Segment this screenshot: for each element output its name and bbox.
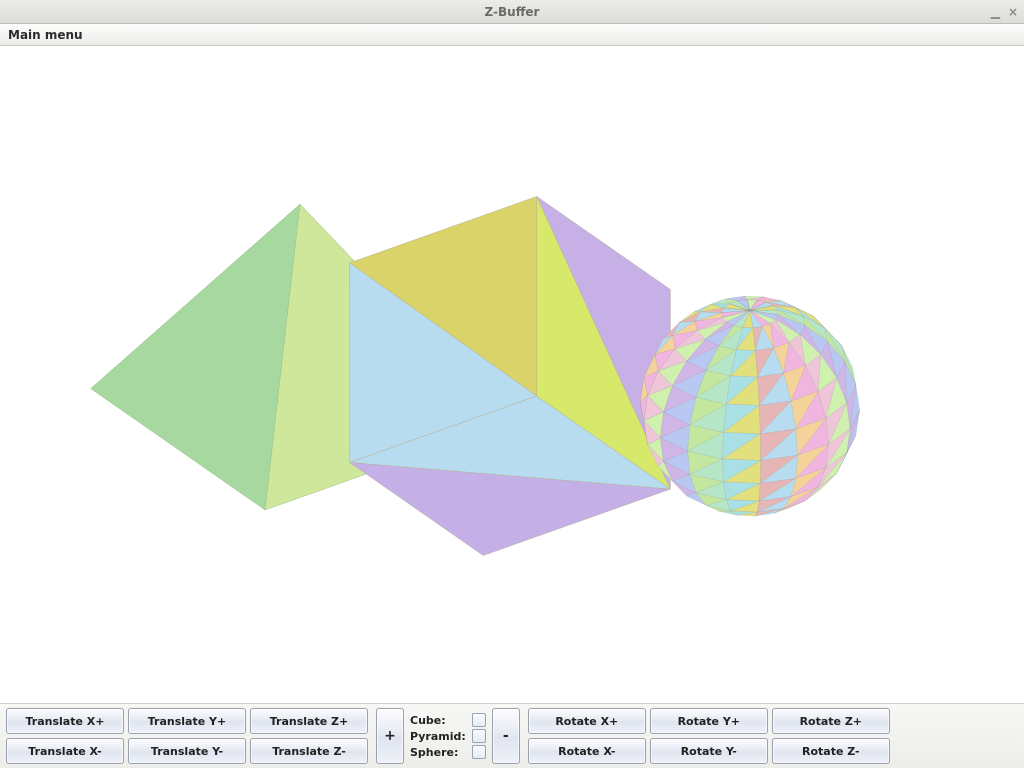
menu-bar: Main menu [0,24,1024,46]
rotate-group: Rotate X+ Rotate Y+ Rotate Z+ Rotate X- … [528,708,890,764]
rotate-z-plus-button[interactable]: Rotate Z+ [772,708,890,734]
rotate-x-plus-button[interactable]: Rotate X+ [528,708,646,734]
pyramid-label: Pyramid: [410,730,466,743]
rotate-z-minus-button[interactable]: Rotate Z- [772,738,890,764]
close-icon[interactable]: × [1008,5,1018,19]
translate-z-plus-button[interactable]: Translate Z+ [250,708,368,734]
viewport-3d[interactable] [0,46,1024,703]
title-bar[interactable]: Z-Buffer ▁ × [0,0,1024,24]
window-controls: ▁ × [991,5,1018,19]
zoom-in-button[interactable]: + [376,708,404,764]
cube-label: Cube: [410,714,466,727]
menu-main[interactable]: Main menu [8,28,83,42]
sphere-label: Sphere: [410,746,466,759]
translate-y-minus-button[interactable]: Translate Y- [128,738,246,764]
translate-x-minus-button[interactable]: Translate X- [6,738,124,764]
translate-z-minus-button[interactable]: Translate Z- [250,738,368,764]
translate-group: Translate X+ Translate Y+ Translate Z+ T… [6,708,368,764]
minimize-icon[interactable]: ▁ [991,5,1000,19]
pyramid-checkbox[interactable] [472,729,486,743]
rotate-y-plus-button[interactable]: Rotate Y+ [650,708,768,734]
center-panel: + Cube: Pyramid: Sphere: - [374,708,522,764]
translate-y-plus-button[interactable]: Translate Y+ [128,708,246,734]
cube-checkbox[interactable] [472,713,486,727]
shape-checkboxes: Cube: Pyramid: Sphere: [410,713,486,759]
translate-x-plus-button[interactable]: Translate X+ [6,708,124,734]
zoom-out-button[interactable]: - [492,708,520,764]
rotate-y-minus-button[interactable]: Rotate Y- [650,738,768,764]
window-title: Z-Buffer [0,5,1024,19]
sphere-checkbox[interactable] [472,745,486,759]
scene-svg [0,46,1024,686]
bottom-toolbar: Translate X+ Translate Y+ Translate Z+ T… [0,703,1024,768]
rotate-x-minus-button[interactable]: Rotate X- [528,738,646,764]
app-window: Z-Buffer ▁ × Main menu Translate X+ Tran… [0,0,1024,768]
